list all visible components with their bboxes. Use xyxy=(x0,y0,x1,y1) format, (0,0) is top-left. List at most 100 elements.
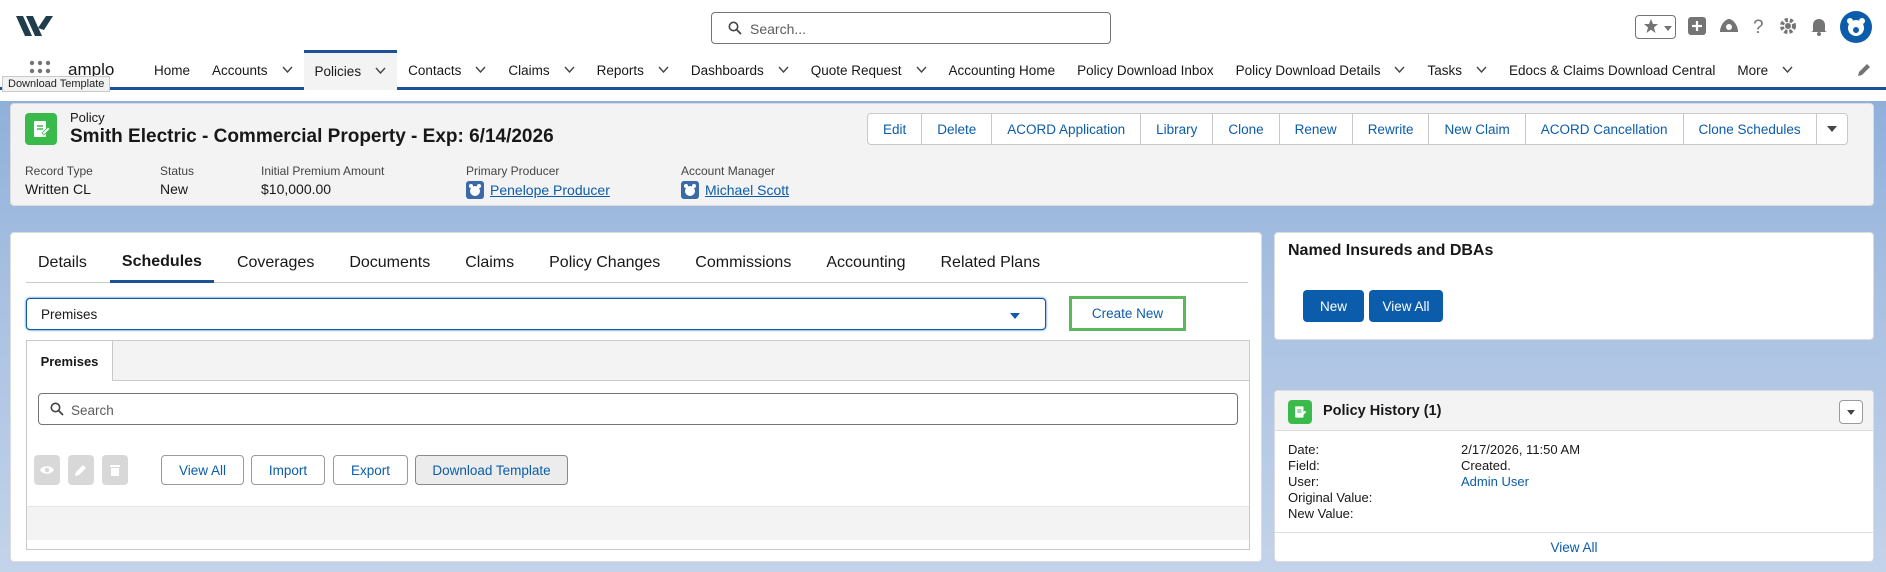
user-icon xyxy=(681,181,699,199)
policy-history-card: Policy History (1) Date: 2/17/2026, 11:50… xyxy=(1274,390,1874,562)
chevron-down-icon[interactable] xyxy=(564,65,575,76)
view-all-button[interactable]: View All xyxy=(161,455,244,485)
record-title: Smith Electric - Commercial Property - E… xyxy=(70,126,554,147)
field-value: Written CL xyxy=(25,181,91,197)
edit-pencil-icon[interactable] xyxy=(68,455,94,485)
chevron-down-icon[interactable] xyxy=(1394,65,1406,76)
star-icon xyxy=(1643,18,1659,37)
chevron-down-icon[interactable] xyxy=(1663,20,1673,35)
chevron-down-icon[interactable] xyxy=(1476,65,1487,76)
more-actions-chevron-icon[interactable] xyxy=(1815,113,1848,145)
nav-item-dashboards[interactable]: Dashboards xyxy=(680,50,800,90)
nav-item-label: Contacts xyxy=(408,62,462,78)
field-initial-premium: Initial Premium Amount $10,000.00 xyxy=(261,164,384,197)
nav-items: Home Accounts Policies Contacts Claims Report… xyxy=(143,50,1804,90)
nav-item-accounts[interactable]: Accounts xyxy=(201,50,304,90)
policy-history-view-all-link[interactable]: View All xyxy=(1275,532,1873,562)
chevron-down-icon[interactable] xyxy=(1839,400,1863,424)
action-clone-button[interactable]: Clone xyxy=(1212,113,1280,145)
chevron-down-icon[interactable] xyxy=(282,65,293,76)
global-search-input[interactable] xyxy=(750,19,1090,39)
action-new-claim-button[interactable]: New Claim xyxy=(1428,113,1526,145)
subtab-bar: Premises xyxy=(27,341,1249,381)
import-button[interactable]: Import xyxy=(251,455,325,485)
nav-item-edocs-claims-download-central[interactable]: Edocs & Claims Download Central xyxy=(1498,50,1726,90)
tab-schedules[interactable]: Schedules xyxy=(109,243,214,283)
nav-item-label: Policies xyxy=(314,64,362,79)
view-all-named-insureds-button[interactable]: View All xyxy=(1369,290,1443,322)
tab-accounting[interactable]: Accounting xyxy=(814,243,917,283)
help-icon[interactable]: ? xyxy=(1751,16,1767,39)
nav-item-label: Edocs & Claims Download Central xyxy=(1509,62,1716,78)
chevron-down-icon xyxy=(1009,309,1021,324)
history-row: User: Admin User xyxy=(1288,474,1848,490)
new-named-insured-button[interactable]: New xyxy=(1303,290,1364,322)
nav-item-quote-request[interactable]: Quote Request xyxy=(800,50,938,90)
tab-commissions[interactable]: Commissions xyxy=(683,243,803,283)
chevron-down-icon[interactable] xyxy=(915,65,927,76)
action-renew-button[interactable]: Renew xyxy=(1278,113,1353,145)
action-clone-schedules-button[interactable]: Clone Schedules xyxy=(1682,113,1817,145)
tab-documents[interactable]: Documents xyxy=(337,243,442,283)
nav-item-claims[interactable]: Claims xyxy=(497,50,585,90)
search-icon xyxy=(50,402,64,419)
history-row-value: 2/17/2026, 11:50 AM xyxy=(1461,442,1581,457)
schedule-type-select[interactable]: Premises xyxy=(26,298,1046,330)
search-icon xyxy=(728,21,742,38)
action-rewrite-button[interactable]: Rewrite xyxy=(1351,113,1430,145)
field-status: Status New xyxy=(160,164,194,197)
action-edit-button[interactable]: Edit xyxy=(867,113,923,145)
account-manager-link[interactable]: Michael Scott xyxy=(705,182,789,198)
named-insureds-title: Named Insureds and DBAs xyxy=(1288,242,1494,259)
nav-item-more[interactable]: More xyxy=(1726,50,1804,90)
chevron-down-icon[interactable] xyxy=(778,65,789,76)
favorites-button[interactable] xyxy=(1635,15,1676,39)
schedule-search[interactable] xyxy=(38,393,1238,425)
policy-record-icon xyxy=(25,113,57,145)
export-button[interactable]: Export xyxy=(333,455,408,485)
subtab-premises[interactable]: Premises xyxy=(27,341,113,381)
view-eye-icon[interactable] xyxy=(34,455,60,485)
tab-policy-changes[interactable]: Policy Changes xyxy=(537,243,672,283)
history-record-icon xyxy=(1288,400,1312,424)
nav-item-reports[interactable]: Reports xyxy=(586,50,680,90)
company-logo-icon[interactable] xyxy=(16,14,56,41)
global-actions-plus-icon[interactable] xyxy=(1687,16,1707,39)
notification-bell-icon[interactable] xyxy=(1809,16,1829,39)
nav-item-label: Accounting Home xyxy=(948,62,1056,78)
tab-claims[interactable]: Claims xyxy=(453,243,526,283)
field-label: Primary Producer xyxy=(466,164,560,178)
delete-trash-icon[interactable] xyxy=(102,455,128,485)
nav-item-policies[interactable]: Policies xyxy=(303,50,398,90)
nav-item-home[interactable]: Home xyxy=(143,50,201,90)
history-row-label: Field: xyxy=(1288,458,1320,473)
action-acord-cancellation-button[interactable]: ACORD Cancellation xyxy=(1524,113,1684,145)
trailhead-icon[interactable] xyxy=(1718,16,1740,39)
nav-item-contacts[interactable]: Contacts xyxy=(397,50,497,90)
global-search[interactable] xyxy=(711,12,1111,44)
user-avatar[interactable] xyxy=(1840,11,1872,43)
edit-nav-pencil-icon[interactable] xyxy=(1856,62,1872,81)
tab-coverages[interactable]: Coverages xyxy=(225,243,326,283)
nav-item-tasks[interactable]: Tasks xyxy=(1416,50,1498,90)
tab-related-plans[interactable]: Related Plans xyxy=(928,243,1052,283)
table-header-strip xyxy=(27,506,1249,540)
action-library-button[interactable]: Library xyxy=(1140,113,1214,145)
tab-details[interactable]: Details xyxy=(26,243,99,283)
record-object-type: Policy xyxy=(70,110,105,125)
history-user-link[interactable]: Admin User xyxy=(1461,474,1529,489)
action-delete-button[interactable]: Delete xyxy=(921,113,993,145)
primary-producer-link[interactable]: Penelope Producer xyxy=(490,182,610,198)
download-template-button[interactable]: Download Template xyxy=(415,455,568,485)
nav-item-accounting-home[interactable]: Accounting Home xyxy=(938,50,1067,90)
nav-item-policy-download-details[interactable]: Policy Download Details xyxy=(1225,50,1417,90)
nav-item-policy-download-inbox[interactable]: Policy Download Inbox xyxy=(1066,50,1225,90)
schedule-search-input[interactable] xyxy=(71,400,1221,420)
chevron-down-icon[interactable] xyxy=(658,65,669,76)
create-new-button[interactable]: Create New xyxy=(1069,296,1186,331)
chevron-down-icon[interactable] xyxy=(375,66,386,77)
gear-icon[interactable] xyxy=(1778,16,1798,39)
chevron-down-icon[interactable] xyxy=(475,65,486,76)
action-acord-application-button[interactable]: ACORD Application xyxy=(991,113,1142,145)
chevron-down-icon[interactable] xyxy=(1782,65,1793,76)
